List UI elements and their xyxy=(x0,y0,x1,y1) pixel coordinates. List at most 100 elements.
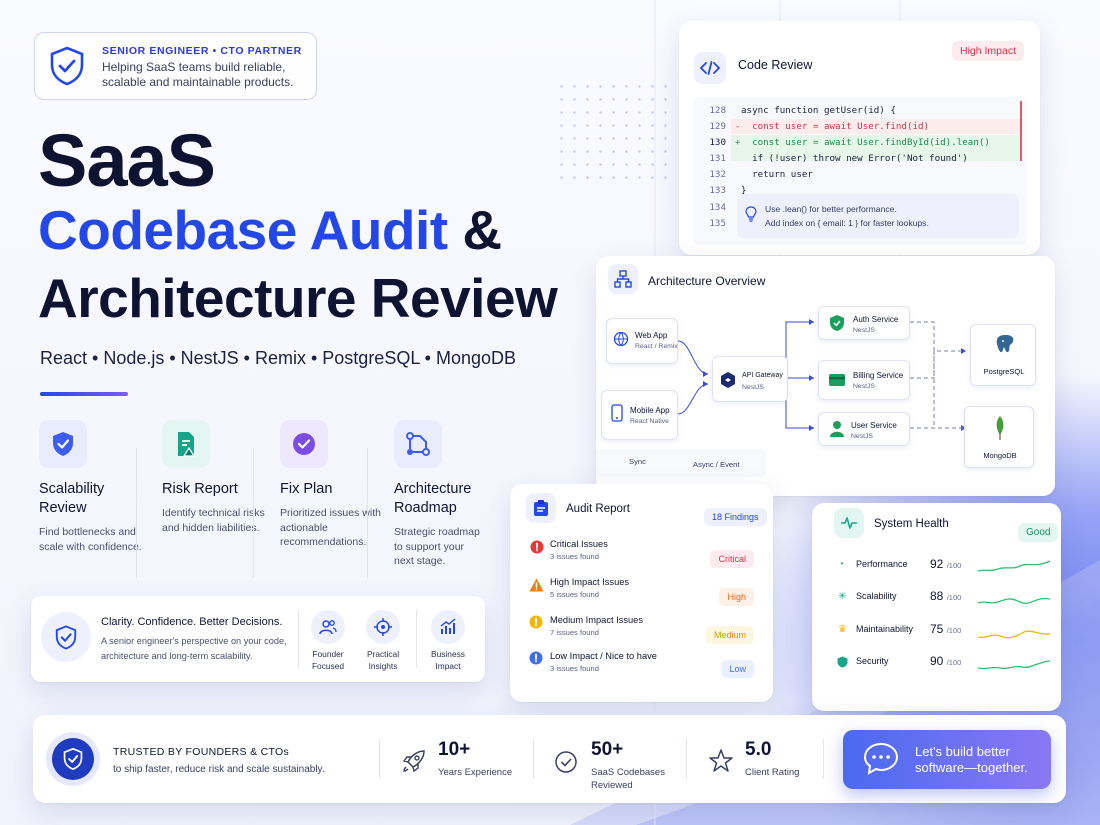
stat-value: 10+ xyxy=(438,739,471,760)
feature-desc: Prioritized issues with actionable recom… xyxy=(280,507,381,548)
node-sub: NestJS xyxy=(742,384,764,391)
node-title: Billing Service xyxy=(853,371,904,380)
shield-check-icon xyxy=(52,738,94,780)
pulse-icon xyxy=(834,508,864,538)
code-line: async function getUser(id) { xyxy=(741,105,896,116)
audit-report-card: Audit Report 18 Findings Critical Issues… xyxy=(510,484,773,702)
clipboard-icon xyxy=(526,493,556,523)
line-number: 131 xyxy=(709,153,726,164)
severity-badge: High xyxy=(719,588,754,606)
shield-check-icon xyxy=(39,420,87,468)
findings-badge: 18 Findings xyxy=(704,508,767,526)
divider xyxy=(136,448,137,578)
sparkline xyxy=(978,560,1050,572)
legend-bg xyxy=(596,449,766,477)
headline-line3: Architecture Review xyxy=(38,267,558,329)
metric-name: Security xyxy=(856,656,889,666)
chat-bubble-icon xyxy=(863,742,899,781)
clarity-desc: A senior engineer's perspective on your … xyxy=(101,636,287,661)
node-title: MongoDB xyxy=(983,451,1017,460)
node-sub: NestJS xyxy=(851,433,873,440)
metric-scalability: ✳ Scalability 88 /100 xyxy=(834,587,1054,611)
diff-bar xyxy=(1020,101,1022,161)
metric-number: 75 xyxy=(930,622,944,636)
system-health-card: System Health Good ◔ Performance 92 /100… xyxy=(812,503,1061,711)
node-postgresql: PostgreSQL xyxy=(970,324,1036,386)
divider xyxy=(367,448,368,578)
clarity-item-label: Founder Focused xyxy=(311,649,345,671)
globe-icon xyxy=(613,331,629,349)
divider xyxy=(253,448,254,578)
badge-kicker: SENIOR ENGINEER • CTO PARTNER xyxy=(102,45,302,57)
metric-security: Security 90 /100 xyxy=(834,652,1054,676)
node-title: API Gateway xyxy=(742,372,783,379)
alert-circle-icon xyxy=(530,540,544,559)
audit-row-count: 3 issues found xyxy=(550,664,599,673)
mongodb-icon xyxy=(994,415,1006,443)
node-sub: NestJS xyxy=(853,383,875,390)
role-badge: SENIOR ENGINEER • CTO PARTNER Helping Sa… xyxy=(34,32,317,100)
audit-row-title: High Impact Issues xyxy=(550,577,630,587)
severity-badge: Medium xyxy=(705,626,754,644)
severity-badge: Critical xyxy=(710,550,754,568)
badge-subtitle: Helping SaaS teams build reliable, scala… xyxy=(102,60,294,89)
impact-badge: High Impact xyxy=(952,41,1025,61)
metric-performance: ◔ Performance 92 /100 xyxy=(834,555,1054,579)
scale-icon: ✳ xyxy=(838,591,847,602)
clarity-title: Clarity. Confidence. Better Decisions. xyxy=(101,616,283,628)
postgresql-icon xyxy=(995,334,1015,358)
sparkline xyxy=(978,660,1050,670)
check-circle-icon xyxy=(553,749,579,780)
metric-max: /100 xyxy=(946,626,962,635)
metric-name: Scalability xyxy=(856,591,897,601)
metric-name: Performance xyxy=(856,559,908,569)
health-status-badge: Good xyxy=(1018,523,1059,542)
feature-desc: Find bottlenecks and scale with confiden… xyxy=(39,526,142,553)
audit-row-count: 3 issues found xyxy=(550,552,599,561)
clarity-card: Clarity. Confidence. Better Decisions. A… xyxy=(31,596,485,682)
node-web-app: Web App React / Remix xyxy=(606,318,678,364)
trust-sub: to ship faster, reduce risk and scale su… xyxy=(113,764,325,775)
node-auth-service: Auth Service NestJS xyxy=(818,306,910,340)
line-number: 129 xyxy=(709,121,726,132)
divider xyxy=(298,610,299,668)
node-title: Auth Service xyxy=(853,315,899,324)
metric-number: 88 xyxy=(930,589,944,603)
users-icon xyxy=(311,610,345,644)
lightbulb-icon xyxy=(745,206,757,225)
metric-number: 92 xyxy=(930,557,944,571)
code-icon xyxy=(694,52,726,84)
stat-label: Client Rating xyxy=(745,767,800,778)
feature-title: Architecture Roadmap xyxy=(394,481,472,516)
tip-line: Use .lean() for better performance. xyxy=(765,204,897,214)
feature-desc: Identify technical risks and hidden liab… xyxy=(162,507,265,534)
clarity-item: Practical Insights xyxy=(356,610,410,672)
node-title: PostgreSQL xyxy=(983,367,1025,376)
metric-max: /100 xyxy=(946,593,962,602)
roadmap-icon xyxy=(394,420,442,468)
chart-up-icon xyxy=(431,610,465,644)
info-circle-icon xyxy=(529,651,543,670)
code-line: const user = await User.find(id) xyxy=(741,121,930,132)
accent-underline xyxy=(40,392,128,396)
audit-row-title: Low Impact / Nice to have xyxy=(550,651,657,661)
node-sub: React Native xyxy=(630,418,669,425)
stat-label: Years Experience xyxy=(438,767,513,778)
line-number: 133 xyxy=(709,185,726,196)
node-api-gateway: API Gateway NestJS xyxy=(712,356,788,402)
metric-value: 88 /100 xyxy=(930,589,961,603)
headline-line1: SaaS xyxy=(38,119,216,202)
audit-row-count: 7 issues found xyxy=(550,628,599,637)
clarity-item: Business Impact xyxy=(421,610,475,672)
divider xyxy=(686,739,687,779)
metric-value: 92 /100 xyxy=(930,557,961,571)
gauge-icon: ◔ xyxy=(838,559,845,570)
metric-max: /100 xyxy=(946,658,962,667)
metric-name: Maintainability xyxy=(856,624,914,634)
cta-button[interactable]: Let's build better software—together. xyxy=(843,730,1051,789)
clarity-item-label: Practical Insights xyxy=(366,649,400,671)
code-block: 128 129 130 131 132 133 134 135 - + asyn… xyxy=(693,97,1027,245)
tech-stack: React • Node.js • NestJS • Remix • Postg… xyxy=(40,348,517,368)
node-billing-service: Billing Service NestJS xyxy=(818,360,910,400)
line-number: 135 xyxy=(709,218,726,229)
